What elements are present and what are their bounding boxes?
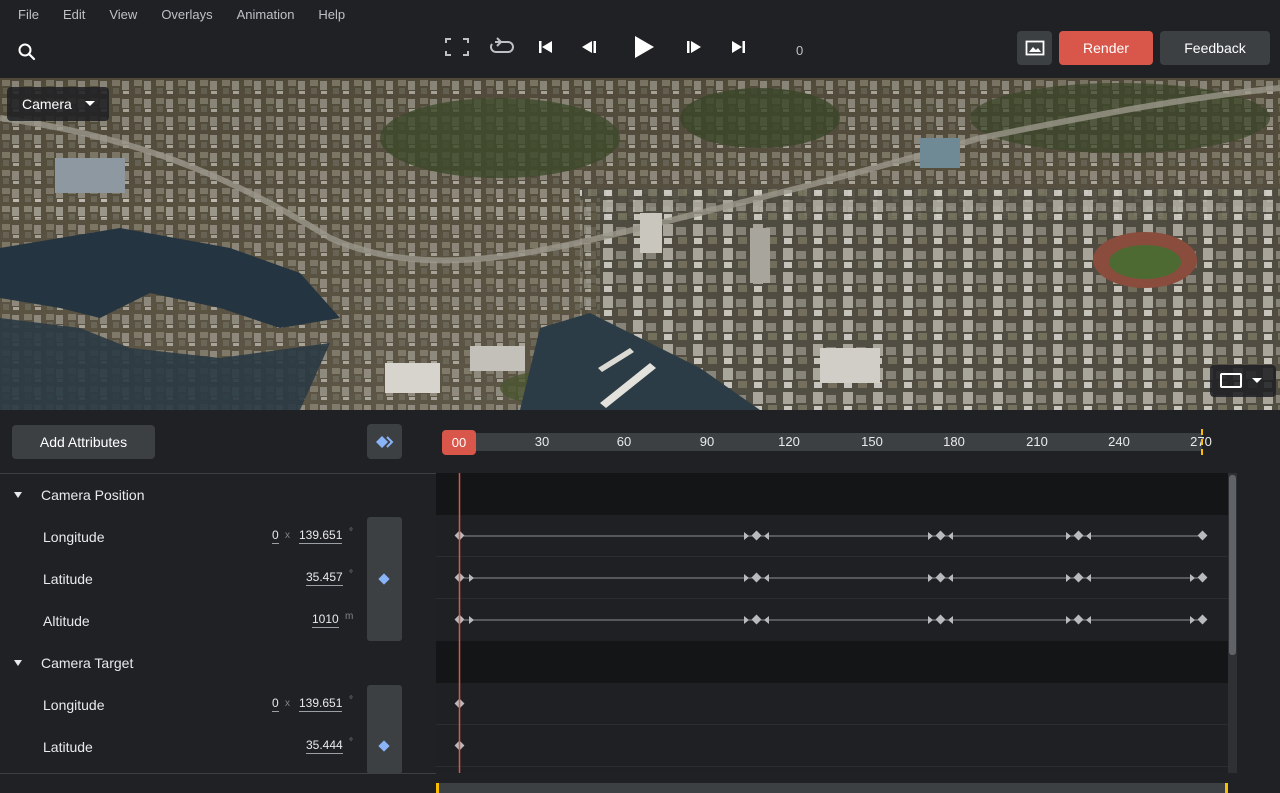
- ruler-tick: 90: [699, 434, 715, 449]
- attr-sep: x: [285, 698, 290, 709]
- scrollbar-thumb[interactable]: [1229, 475, 1236, 655]
- horizontal-scrollbar[interactable]: [436, 783, 1228, 793]
- menu-help[interactable]: Help: [306, 5, 357, 24]
- attr-unit: °: [349, 737, 353, 748]
- vertical-scrollbar[interactable]: [1228, 473, 1237, 773]
- keyframe-nav-icon: [375, 435, 393, 448]
- keyframe-timeline[interactable]: [436, 473, 1228, 773]
- camera-select[interactable]: Camera: [7, 87, 109, 121]
- attr-unit: °: [349, 695, 353, 706]
- frame-counter: 0: [796, 43, 804, 58]
- aspect-ratio-icon: [1220, 373, 1242, 388]
- attr-value-input[interactable]: 1010: [312, 612, 339, 628]
- group-camera-target[interactable]: Camera Target: [0, 642, 436, 684]
- menu-file[interactable]: File: [6, 5, 51, 24]
- attr-prefix-input[interactable]: 0: [272, 696, 279, 712]
- ruler-tick: 240: [1108, 434, 1130, 449]
- chevron-down-icon: [1252, 378, 1262, 383]
- end-marker[interactable]: [1201, 429, 1203, 455]
- top-bar: File Edit View Overlays Animation Help 0…: [0, 0, 1280, 78]
- attr-value-input[interactable]: 139.651: [299, 696, 343, 712]
- caret-down-icon[interactable]: [14, 660, 22, 666]
- add-attributes-button[interactable]: Add Attributes: [12, 425, 155, 459]
- ruler-tick: 150: [861, 434, 883, 449]
- menu-animation[interactable]: Animation: [225, 5, 307, 24]
- fullscreen-icon[interactable]: [442, 30, 472, 64]
- chevron-down-icon: [85, 101, 95, 106]
- keyframe-tracks: [436, 473, 1228, 773]
- loop-icon[interactable]: [486, 30, 518, 64]
- attr-label: Longitude: [43, 529, 105, 545]
- attr-prefix-input[interactable]: 0: [272, 528, 279, 544]
- group-camera-position[interactable]: Camera Position: [0, 474, 436, 516]
- render-button[interactable]: Render: [1059, 31, 1153, 65]
- caret-down-icon[interactable]: [14, 492, 22, 498]
- attr-sep: x: [285, 530, 290, 541]
- attr-value-input[interactable]: 35.457: [306, 570, 343, 586]
- playhead-handle[interactable]: 00: [442, 430, 476, 455]
- menu-bar: File Edit View Overlays Animation Help: [6, 5, 357, 24]
- ruler-tick: 180: [943, 434, 965, 449]
- image-icon: [1025, 40, 1044, 56]
- menu-edit[interactable]: Edit: [51, 5, 97, 24]
- range-end-handle[interactable]: [1225, 783, 1228, 793]
- range-start-handle[interactable]: [436, 783, 439, 793]
- play-icon[interactable]: [628, 30, 658, 64]
- keyframe-toggle-position[interactable]: [367, 517, 402, 641]
- attr-label: Altitude: [43, 613, 90, 629]
- menu-overlays[interactable]: Overlays: [149, 5, 224, 24]
- divider: [0, 773, 436, 774]
- attribute-tree: Camera Position Longitude 0 x 139.651 ° …: [0, 473, 436, 774]
- ruler-tick: 210: [1026, 434, 1048, 449]
- attr-value-input[interactable]: 139.651: [299, 528, 343, 544]
- ruler-tick: 30: [534, 434, 550, 449]
- attr-unit: °: [349, 569, 353, 580]
- attr-unit: m: [345, 611, 354, 622]
- skip-start-icon[interactable]: [534, 30, 558, 64]
- attr-label: Latitude: [43, 571, 93, 587]
- feedback-button[interactable]: Feedback: [1160, 31, 1270, 65]
- attr-label: Longitude: [43, 697, 105, 713]
- ruler-tick: 120: [778, 434, 800, 449]
- timeline-panel: Add Attributes 30 60 90 120 150 180 210 …: [0, 410, 1280, 793]
- camera-select-label: Camera: [22, 96, 72, 112]
- menu-view[interactable]: View: [97, 5, 149, 24]
- time-ruler[interactable]: [444, 433, 1202, 451]
- attr-unit: °: [349, 527, 353, 538]
- keyframe-toggle-target[interactable]: [367, 685, 402, 774]
- ruler-tick: 60: [616, 434, 632, 449]
- skip-end-icon[interactable]: [726, 30, 750, 64]
- attr-value-input[interactable]: 35.444: [306, 738, 343, 754]
- aspect-ratio-button[interactable]: [1210, 365, 1276, 397]
- city-aerial-view: [0, 78, 1280, 410]
- map-viewport[interactable]: Camera: [0, 78, 1280, 410]
- group-label: Camera Target: [41, 655, 134, 671]
- attr-label: Latitude: [43, 739, 93, 755]
- keyframe-diamond-icon: [378, 740, 390, 752]
- group-label: Camera Position: [41, 487, 145, 503]
- search-icon[interactable]: [16, 41, 38, 63]
- step-forward-icon[interactable]: [682, 30, 706, 64]
- keyframe-diamond-icon: [378, 573, 390, 585]
- image-button[interactable]: [1017, 31, 1052, 65]
- step-back-icon[interactable]: [577, 30, 601, 64]
- keyframe-nav-button[interactable]: [367, 424, 402, 459]
